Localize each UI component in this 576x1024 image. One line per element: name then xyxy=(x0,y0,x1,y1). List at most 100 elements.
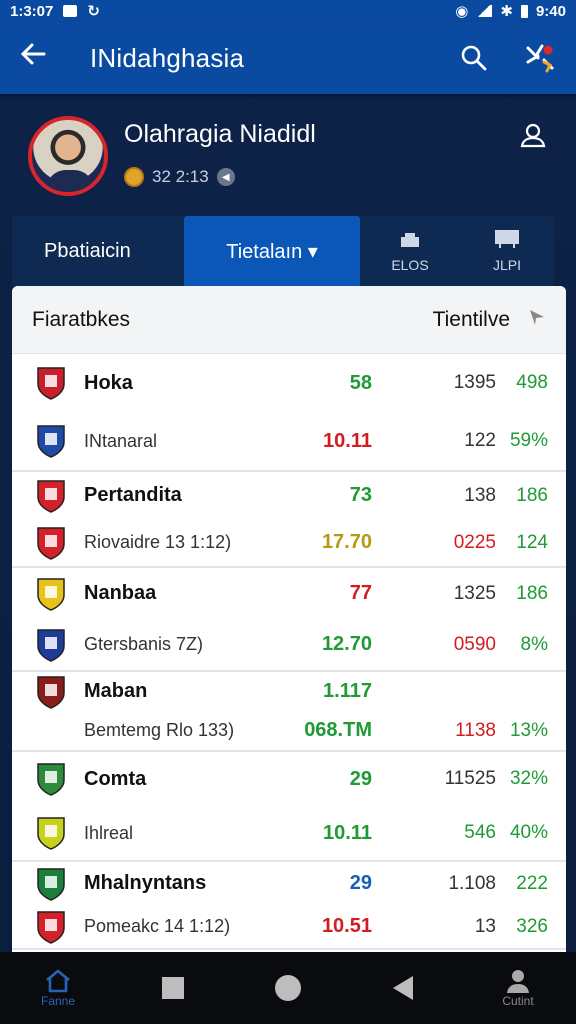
profile-meta-text: 32 2:13 xyxy=(152,167,209,186)
team-name: Hoka xyxy=(84,371,133,394)
battery-icon xyxy=(520,4,528,18)
team-name: Bemtemg Rlo 133) xyxy=(84,720,235,740)
search-icon[interactable] xyxy=(458,42,490,74)
match-list: Hoka 58 1395 498 INtanaral 10.11 122 59% Pertand… xyxy=(12,354,566,950)
percent-value: 124 xyxy=(516,531,548,553)
match-row[interactable]: Comta 29 11525 32% Ihlreal 10.11 546 40% xyxy=(12,752,566,862)
stat-value: 138 xyxy=(464,484,496,506)
score-value: 29 xyxy=(349,767,372,790)
nav-account[interactable]: Cutint xyxy=(488,968,548,1008)
status-bar: 1:3:07 ↻ ◉ ✱ 9:40 xyxy=(0,0,576,22)
match-row[interactable]: Nanbaa 77 1325 186 Gtersbanis 7Z) 12.70 0590 8% xyxy=(12,568,566,672)
score-value: 10.11 xyxy=(323,429,372,452)
score-value: 29 xyxy=(349,872,372,894)
nav-home[interactable]: Fanne xyxy=(28,968,88,1008)
profile-header: Olahragia Niadidl 32 2:13 ◀ xyxy=(0,94,576,214)
score-value: 77 xyxy=(349,582,372,604)
team-name: INtanaral xyxy=(84,430,158,451)
tab-tietalain[interactable]: Tietalaın ▾ xyxy=(184,216,360,286)
match-row[interactable]: Maban 1.117 Bemtemg Rlo 133) 068.TM 1138 13% xyxy=(12,672,566,752)
away-team-row: Ihlreal 10.11 546 40% xyxy=(12,806,566,860)
team-crest-icon xyxy=(37,526,65,560)
signal-icon xyxy=(476,5,493,17)
nav-account-label: Cutint xyxy=(502,994,534,1008)
bluetooth-icon: ✱ xyxy=(500,3,513,20)
team-crest-icon xyxy=(36,714,66,748)
percent-value: 222 xyxy=(516,872,548,894)
nav-back[interactable] xyxy=(373,976,433,1000)
match-row[interactable]: Mhalnyntans 29 1.108 222 Pomeakc 14 1:12) 10.… xyxy=(12,862,566,950)
home-icon xyxy=(46,969,70,993)
status-time-right: 9:40 xyxy=(535,2,566,20)
shield-icon xyxy=(401,233,419,247)
location-icon: ◉ xyxy=(455,3,469,20)
user-icon[interactable] xyxy=(520,122,546,153)
stat-value: 1325 xyxy=(453,582,496,604)
team-name: Pertandita xyxy=(84,484,182,506)
team-crest-icon xyxy=(37,367,65,400)
team-name: Maban xyxy=(84,680,148,702)
stat-value: 11525 xyxy=(444,768,496,789)
settings-sparkle-icon[interactable] xyxy=(524,42,556,74)
home-team-row: Hoka 58 1395 498 xyxy=(12,354,566,412)
fixtures-header: Fiaratbkes Tientilve xyxy=(12,286,566,354)
team-name: Comta xyxy=(84,767,147,790)
home-team-row: Comta 29 11525 32% xyxy=(12,752,566,806)
app-bar: INidahghasia xyxy=(0,22,576,94)
stat-value: 1395 xyxy=(453,372,496,393)
score-value: 12.70 xyxy=(321,633,372,655)
tab-label: Pbatiaicin xyxy=(44,239,131,262)
tab-label: ELOS xyxy=(391,257,429,273)
tab-bar: Pbatiaicin Tietalaın ▾ ELOS JLPI xyxy=(12,216,554,286)
score-value: 068.TM xyxy=(304,719,372,741)
percent-value: 326 xyxy=(516,915,548,937)
percent-value: 8% xyxy=(520,633,548,655)
play-badge-icon: ◀ xyxy=(216,168,235,186)
score-value: 73 xyxy=(349,484,372,506)
circle-icon xyxy=(275,975,301,1001)
app-title: INidahghasia xyxy=(90,42,245,73)
nav-recent[interactable] xyxy=(143,977,203,999)
arrow-icon[interactable] xyxy=(528,308,546,332)
stat-value: 1138 xyxy=(455,719,496,741)
stat-value: 1.108 xyxy=(448,872,496,894)
team-name: Riovaidre 13 1:12) xyxy=(84,532,232,552)
fixtures-filter-label: Tientilve xyxy=(432,307,510,331)
sync-icon: ↻ xyxy=(87,3,100,20)
back-arrow-icon[interactable] xyxy=(20,41,60,75)
team-crest-icon xyxy=(37,425,65,458)
team-crest-icon xyxy=(37,910,65,944)
match-row[interactable]: Hoka 58 1395 498 INtanaral 10.11 122 59% xyxy=(12,354,566,472)
match-row[interactable]: Pertandita 73 138 186 Riovaidre 13 1:12) 17.7… xyxy=(12,472,566,568)
notification-icon xyxy=(63,5,78,17)
percent-value: 40% xyxy=(509,822,548,843)
score-value: 10.11 xyxy=(323,821,372,844)
team-crest-icon xyxy=(37,675,65,709)
fixtures-card: Fiaratbkes Tientilve Hoka 58 1395 498 INtana… xyxy=(12,286,566,952)
team-crest-icon xyxy=(37,628,65,662)
home-team-row: Pertandita 73 138 186 xyxy=(12,472,566,519)
score-value: 17.70 xyxy=(321,531,372,553)
away-team-row: Gtersbanis 7Z) 12.70 0590 8% xyxy=(12,619,566,670)
tab-elos[interactable]: ELOS xyxy=(360,216,460,286)
tab-pbatiaicin[interactable]: Pbatiaicin xyxy=(12,216,184,286)
coin-icon xyxy=(124,167,144,187)
team-name: Gtersbanis 7Z) xyxy=(84,634,204,654)
nav-home-button[interactable] xyxy=(258,975,318,1001)
percent-value: 498 xyxy=(516,372,548,393)
stat-value: 122 xyxy=(464,430,496,451)
stat-value: 546 xyxy=(464,822,496,843)
bottom-navbar: Fanne Cutint xyxy=(0,952,576,1024)
score-value: 10.51 xyxy=(321,915,372,937)
team-name: Pomeakc 14 1:12) xyxy=(84,916,231,936)
team-crest-icon xyxy=(37,577,65,611)
tab-jlpi[interactable]: JLPI xyxy=(460,216,554,286)
tab-label: JLPI xyxy=(492,257,521,273)
percent-value: 186 xyxy=(516,484,548,506)
tab-label: Tietalaın ▾ xyxy=(226,240,318,263)
percent-value: 32% xyxy=(509,768,548,789)
percent-value: 186 xyxy=(516,582,548,604)
away-team-row: Riovaidre 13 1:12) 17.70 0225 124 xyxy=(12,519,566,566)
team-name: Nanbaa xyxy=(84,582,157,604)
avatar[interactable] xyxy=(28,116,108,196)
